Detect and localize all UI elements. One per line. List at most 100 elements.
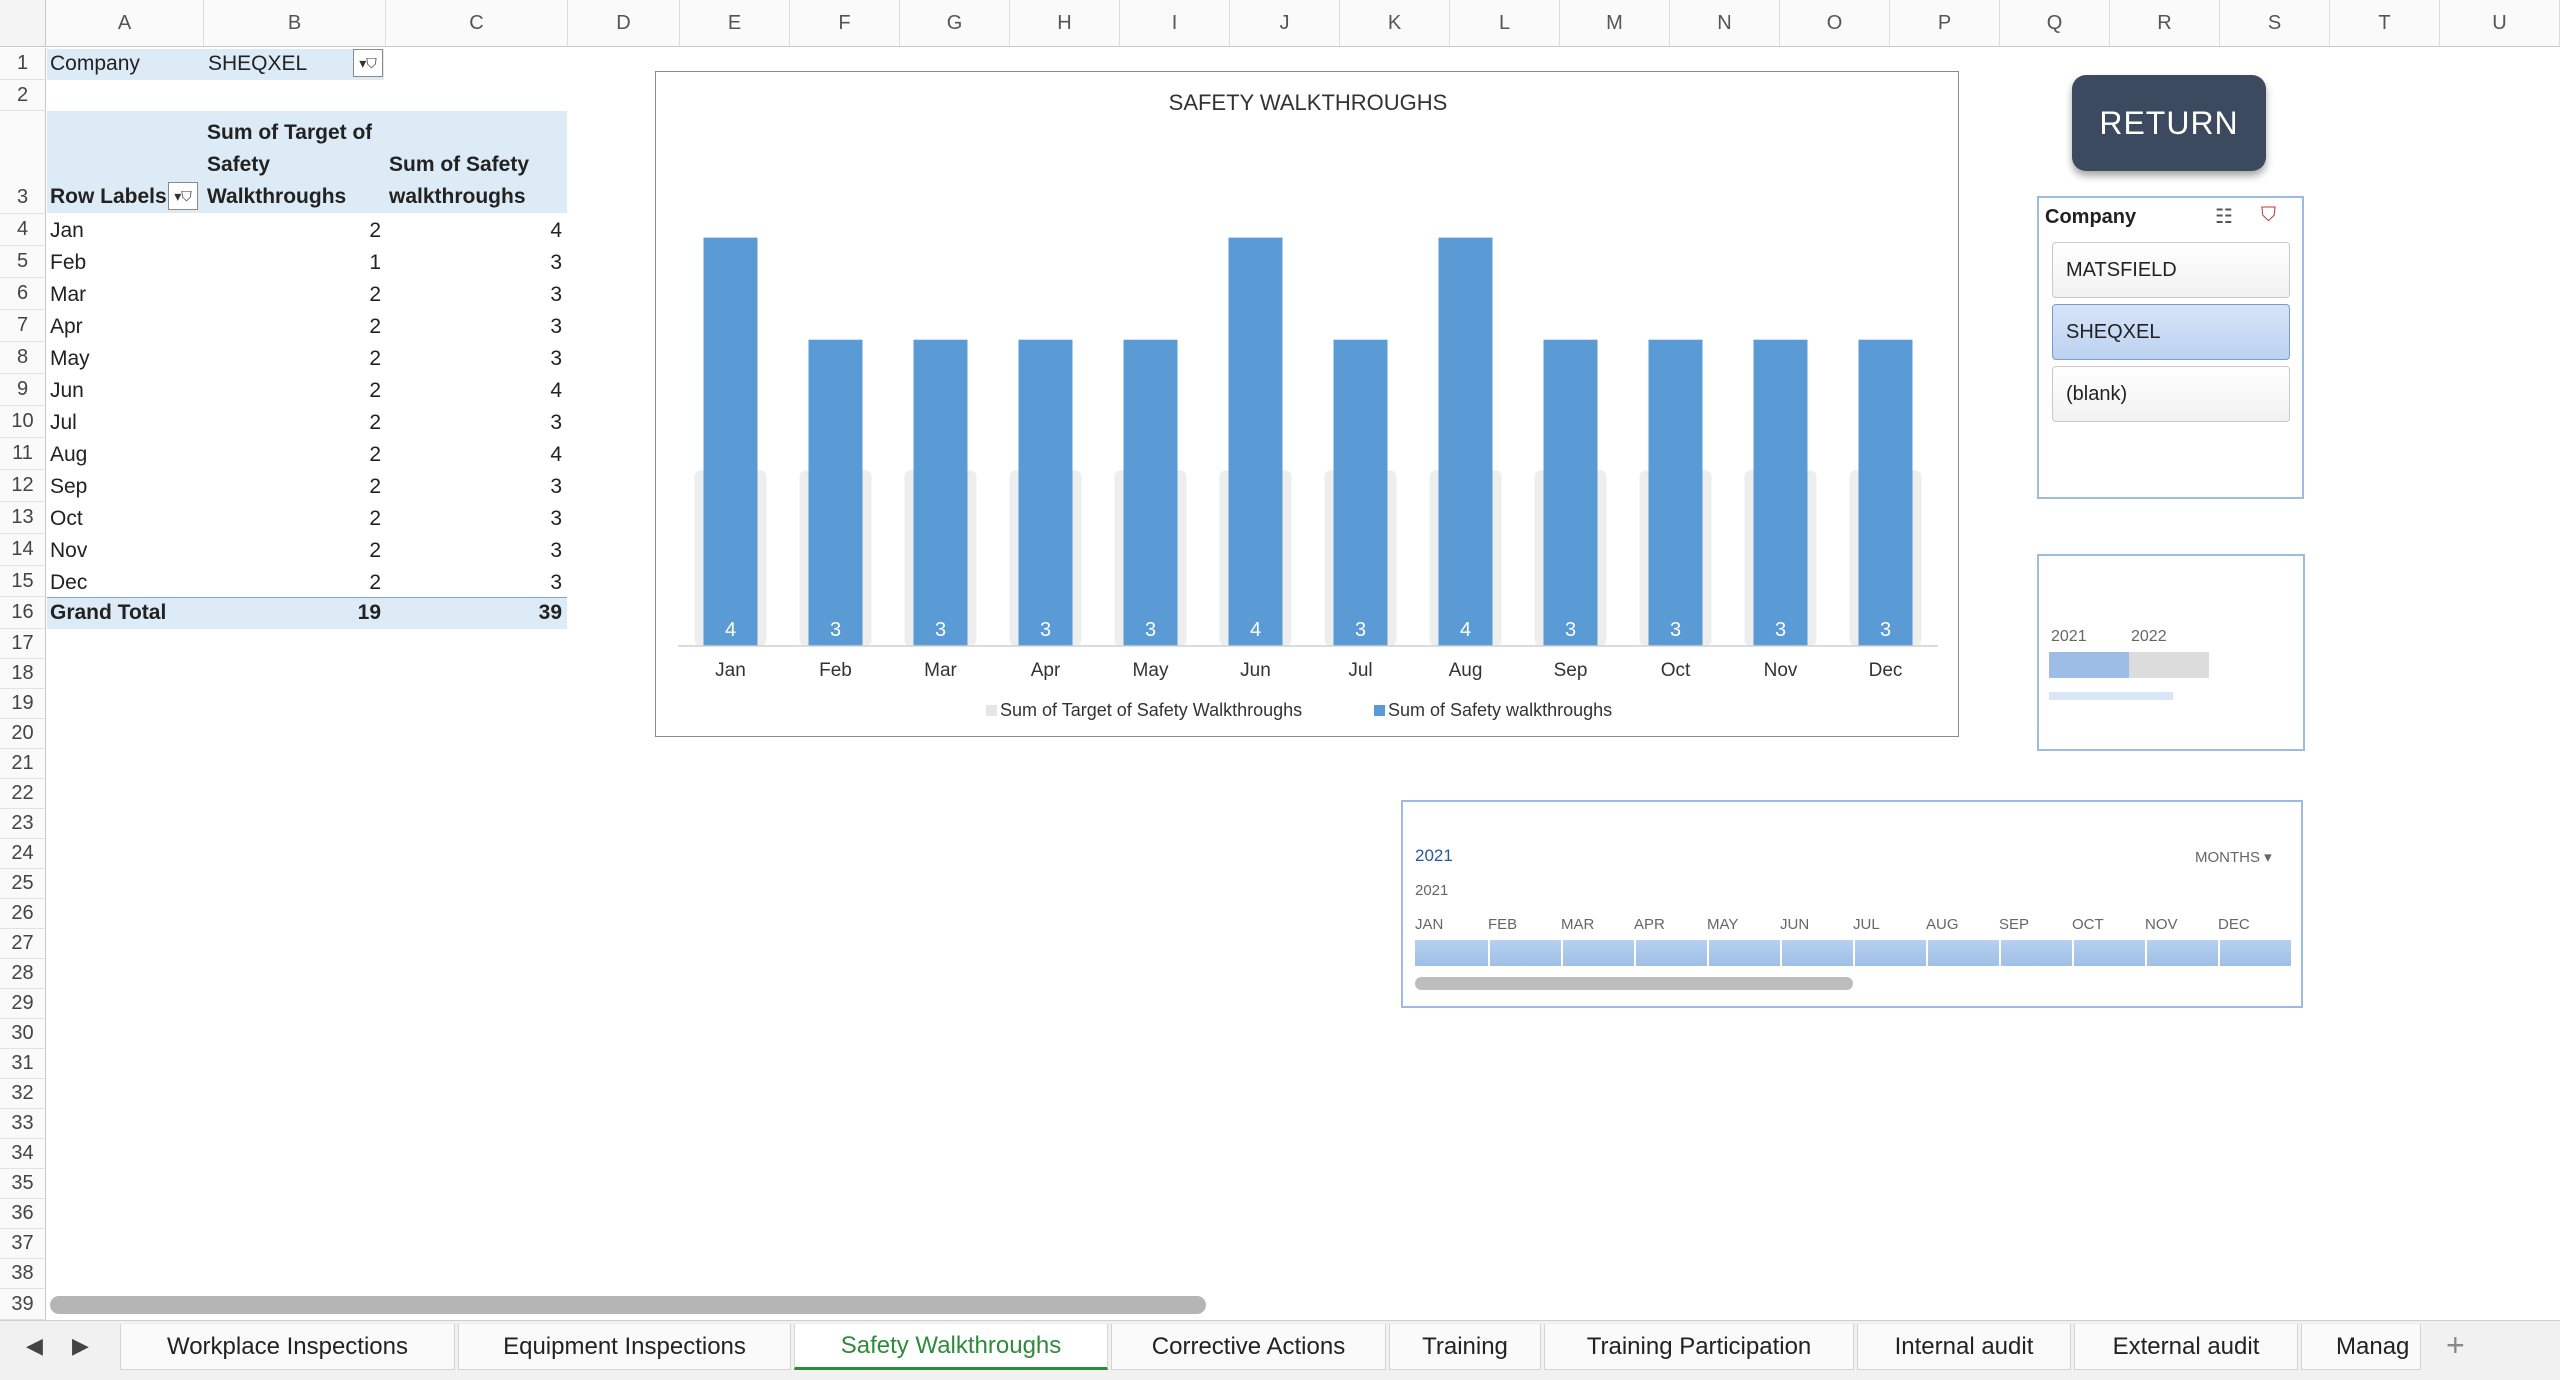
column-header[interactable]: R: [2110, 0, 2220, 47]
row-header[interactable]: 22: [0, 779, 46, 809]
row-header[interactable]: 34: [0, 1139, 46, 1169]
row-header[interactable]: 25: [0, 869, 46, 899]
multi-select-icon[interactable]: ☷: [2215, 204, 2233, 229]
sheet-tab[interactable]: Safety Walkthroughs: [794, 1324, 1108, 1370]
column-header[interactable]: D: [568, 0, 680, 47]
sheet-tab[interactable]: Internal audit: [1857, 1324, 2071, 1370]
row-header[interactable]: 3: [0, 111, 46, 214]
row-header[interactable]: 14: [0, 534, 46, 566]
actual-bar[interactable]: [1123, 339, 1178, 646]
row-header[interactable]: 5: [0, 246, 46, 278]
column-header[interactable]: U: [2440, 0, 2560, 47]
row-header[interactable]: 12: [0, 470, 46, 502]
sheet-tab[interactable]: Training Participation: [1544, 1324, 1854, 1370]
row-header[interactable]: 35: [0, 1169, 46, 1199]
year-scrollbar[interactable]: [2049, 692, 2173, 700]
row-header[interactable]: 10: [0, 406, 46, 438]
row-header[interactable]: 6: [0, 278, 46, 310]
sheet-tab[interactable]: Manag: [2301, 1324, 2421, 1370]
month-timeline[interactable]: 2021 MONTHS ▾ 2021 JAN FEB MAR APR MAY JUN JUL…: [1401, 800, 2303, 1008]
year-bar-2022[interactable]: [2129, 652, 2209, 678]
column-header[interactable]: H: [1010, 0, 1120, 47]
column-header[interactable]: M: [1560, 0, 1670, 47]
row-header[interactable]: 15: [0, 566, 46, 597]
filter-value[interactable]: SHEQXEL: [208, 52, 307, 76]
sheet-tab[interactable]: Workplace Inspections: [120, 1324, 455, 1370]
pivot-row-month[interactable]: Nov: [50, 539, 87, 563]
horizontal-scrollbar[interactable]: [50, 1296, 1206, 1314]
column-header[interactable]: L: [1450, 0, 1560, 47]
filter-dropdown-icon[interactable]: ▾⛉: [353, 49, 383, 77]
actual-bar[interactable]: [1228, 237, 1283, 647]
row-header[interactable]: 30: [0, 1019, 46, 1049]
pivot-row-month[interactable]: Sep: [50, 475, 87, 499]
legend-label[interactable]: Sum of Target of Safety Walkthroughs: [1000, 700, 1302, 720]
column-header[interactable]: C: [386, 0, 568, 47]
row-header[interactable]: 23: [0, 809, 46, 839]
pivot-row-month[interactable]: Jan: [50, 219, 84, 243]
column-header[interactable]: B: [204, 0, 386, 47]
sheet-tab[interactable]: Equipment Inspections: [458, 1324, 791, 1370]
row-header[interactable]: 20: [0, 719, 46, 749]
row-header[interactable]: 24: [0, 839, 46, 869]
row-header[interactable]: 21: [0, 749, 46, 779]
row-header[interactable]: 27: [0, 929, 46, 959]
pivot-row-month[interactable]: Dec: [50, 571, 87, 595]
return-button[interactable]: RETURN: [2072, 75, 2266, 171]
timeline-month-bar[interactable]: [1415, 940, 2291, 966]
actual-bar[interactable]: [1543, 339, 1598, 646]
pivot-row-month[interactable]: Oct: [50, 507, 83, 531]
actual-bar[interactable]: [1438, 237, 1493, 647]
pivot-row-month[interactable]: Jun: [50, 379, 84, 403]
row-header[interactable]: 36: [0, 1199, 46, 1229]
prev-sheet-icon[interactable]: ◀: [26, 1333, 43, 1359]
slicer-item[interactable]: SHEQXEL: [2052, 304, 2290, 360]
row-header[interactable]: 29: [0, 989, 46, 1019]
row-header[interactable]: 17: [0, 629, 46, 659]
column-header[interactable]: F: [790, 0, 900, 47]
row-header[interactable]: 26: [0, 899, 46, 929]
column-header[interactable]: E: [680, 0, 790, 47]
column-header[interactable]: I: [1120, 0, 1230, 47]
row-header[interactable]: 2: [0, 80, 46, 111]
column-header[interactable]: O: [1780, 0, 1890, 47]
year-bar-2021[interactable]: [2049, 652, 2129, 678]
actual-bar[interactable]: [1018, 339, 1073, 646]
actual-bar[interactable]: [1753, 339, 1808, 646]
row-header[interactable]: 33: [0, 1109, 46, 1139]
actual-bar[interactable]: [808, 339, 863, 646]
select-all-corner[interactable]: [0, 0, 46, 47]
pivot-row-month[interactable]: Apr: [50, 315, 83, 339]
pivot-row-month[interactable]: May: [50, 347, 90, 371]
row-header[interactable]: 13: [0, 502, 46, 534]
column-header[interactable]: T: [2330, 0, 2440, 47]
year-timeline[interactable]: 2021 2022: [2037, 554, 2305, 751]
actual-bar[interactable]: [913, 339, 968, 646]
pivot-row-month[interactable]: Feb: [50, 251, 86, 275]
legend-label[interactable]: Sum of Safety walkthroughs: [1388, 700, 1612, 720]
pivot-row-month[interactable]: Mar: [50, 283, 86, 307]
row-header[interactable]: 7: [0, 310, 46, 342]
sheet-tab[interactable]: Corrective Actions: [1111, 1324, 1386, 1370]
row-header[interactable]: 8: [0, 342, 46, 374]
row-header[interactable]: 18: [0, 659, 46, 689]
column-header[interactable]: K: [1340, 0, 1450, 47]
row-header[interactable]: 31: [0, 1049, 46, 1079]
row-header[interactable]: 16: [0, 597, 46, 629]
company-slicer[interactable]: Company ☷ ⛉ MATSFIELD SHEQXEL (blank): [2037, 196, 2304, 499]
row-header[interactable]: 38: [0, 1259, 46, 1289]
row-header[interactable]: 32: [0, 1079, 46, 1109]
pivot-row-month[interactable]: Aug: [50, 443, 87, 467]
add-sheet-icon[interactable]: +: [2446, 1327, 2465, 1364]
pivot-row-month[interactable]: Jul: [50, 411, 77, 435]
next-sheet-icon[interactable]: ▶: [72, 1333, 89, 1359]
actual-bar[interactable]: [703, 237, 758, 647]
clear-filter-icon[interactable]: ⛉: [2261, 204, 2276, 227]
row-header[interactable]: 9: [0, 374, 46, 406]
row-header[interactable]: 39: [0, 1289, 46, 1320]
row-header[interactable]: 1: [0, 48, 46, 80]
row-header[interactable]: 11: [0, 438, 46, 470]
row-header[interactable]: 37: [0, 1229, 46, 1259]
safety-walkthroughs-chart[interactable]: SAFETY WALKTHROUGHS 4 3 3 3 3 4 3 4 3 3 3 3 Jan Feb M…: [655, 71, 1959, 737]
row-header[interactable]: 19: [0, 689, 46, 719]
